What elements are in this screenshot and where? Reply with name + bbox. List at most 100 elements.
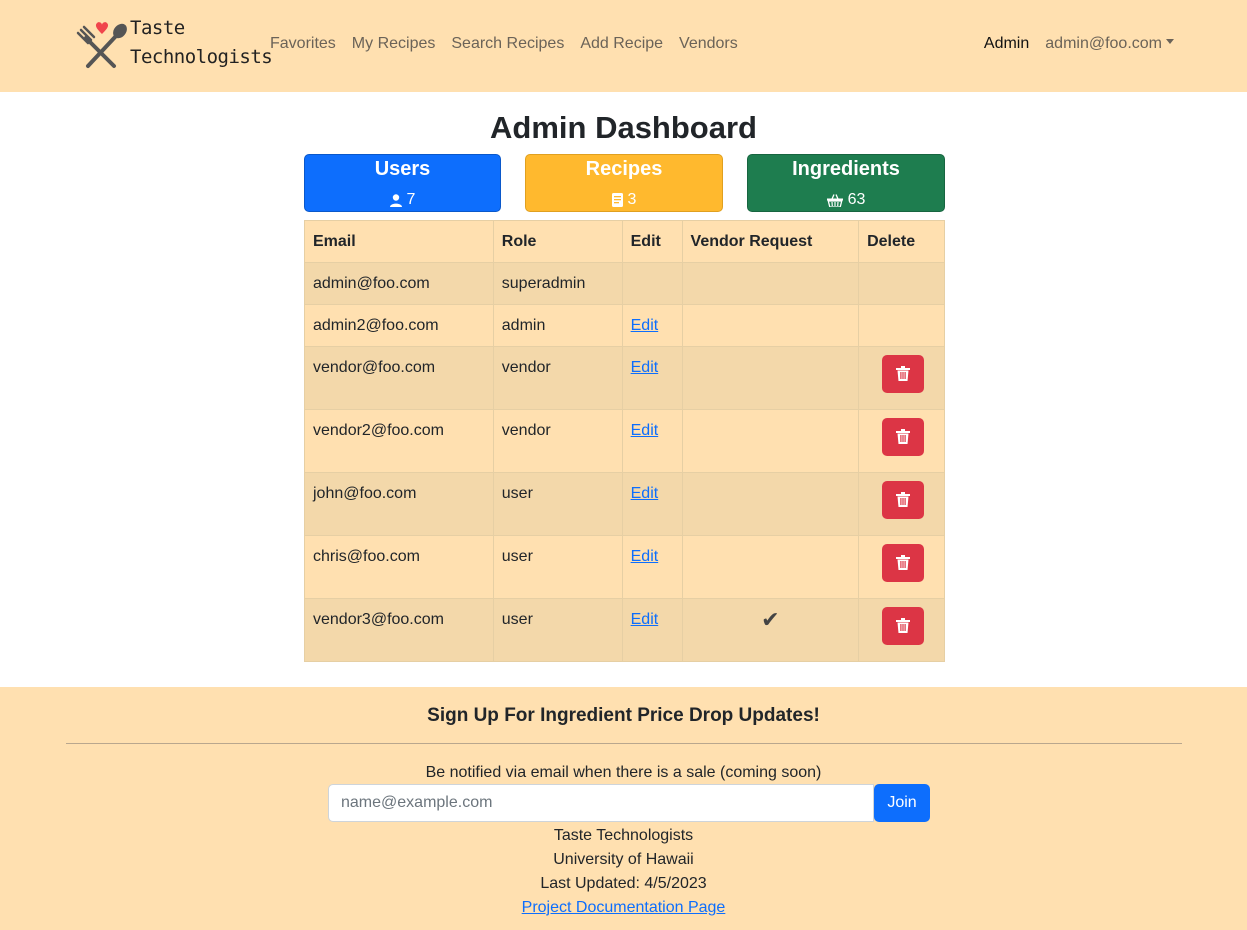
ingredients-card-value: 63 <box>748 190 944 210</box>
cell-edit: Edit <box>621 346 683 410</box>
cell-role: user <box>492 535 623 599</box>
person-icon <box>389 193 402 207</box>
user-dropdown[interactable]: admin@foo.com <box>1045 34 1174 54</box>
table-header-row: Email Role Edit Vendor Request Delete <box>304 220 945 263</box>
cell-edit: Edit <box>621 598 683 662</box>
ingredients-count: 63 <box>847 191 866 208</box>
header-delete: Delete <box>858 220 945 263</box>
table-row: chris@foo.com user Edit <box>304 535 945 599</box>
fork-spoon-heart-icon <box>76 22 127 68</box>
table-row: vendor3@foo.com user Edit ✔ <box>304 598 945 662</box>
cell-edit: Edit <box>621 304 683 347</box>
brand-name: Taste Technologists <box>130 14 273 72</box>
edit-link[interactable]: Edit <box>631 611 659 628</box>
edit-link[interactable]: Edit <box>631 548 659 565</box>
document-icon <box>611 193 623 207</box>
table-row: admin2@foo.com admin Edit <box>304 304 945 347</box>
cell-role: admin <box>492 304 623 347</box>
table-row: admin@foo.com superadmin <box>304 262 945 305</box>
users-table: Email Role Edit Vendor Request Delete ad… <box>304 220 945 662</box>
recipes-count: 3 <box>627 191 637 208</box>
cell-edit: Edit <box>621 409 683 473</box>
trash-icon <box>895 366 910 381</box>
header-vendor-request: Vendor Request <box>681 220 860 263</box>
cell-email: vendor@foo.com <box>304 346 494 410</box>
cell-email: chris@foo.com <box>304 535 494 599</box>
users-table-wrap: Email Role Edit Vendor Request Delete ad… <box>304 220 945 662</box>
footer-org: Taste Technologists <box>553 827 694 844</box>
cell-delete <box>858 472 945 536</box>
delete-button[interactable] <box>881 544 924 582</box>
cell-email: vendor3@foo.com <box>304 598 494 662</box>
edit-link[interactable]: Edit <box>631 359 659 376</box>
cell-email: vendor2@foo.com <box>304 409 494 473</box>
table-row: vendor2@foo.com vendor Edit <box>304 409 945 473</box>
trash-icon <box>895 492 910 507</box>
brand-line-2: Technologists <box>130 46 273 68</box>
ingredients-card: Ingredients 63 <box>747 154 945 212</box>
nav-links: Favorites My Recipes Search Recipes Add … <box>270 34 754 54</box>
delete-button[interactable] <box>881 481 924 519</box>
cell-role: user <box>492 472 623 536</box>
nav-right: Admin admin@foo.com <box>984 34 1174 54</box>
nav-search-recipes[interactable]: Search Recipes <box>451 34 564 54</box>
delete-button[interactable] <box>881 607 924 645</box>
cell-vendor-request <box>681 262 860 305</box>
cell-delete <box>858 304 945 347</box>
delete-button[interactable] <box>881 418 924 456</box>
cell-vendor-request <box>681 304 860 347</box>
cell-email: john@foo.com <box>304 472 494 536</box>
header-edit: Edit <box>621 220 683 263</box>
trash-icon <box>895 555 910 570</box>
table-row: john@foo.com user Edit <box>304 472 945 536</box>
edit-link[interactable]: Edit <box>631 317 659 334</box>
cell-role: superadmin <box>492 262 623 305</box>
email-input[interactable] <box>328 784 874 822</box>
cell-edit <box>621 262 683 305</box>
cell-edit: Edit <box>621 535 683 599</box>
header-role: Role <box>492 220 623 263</box>
nav-favorites[interactable]: Favorites <box>270 34 336 54</box>
navbar: Taste Technologists Favorites My Recipes… <box>0 0 1247 92</box>
brand-logo[interactable]: Taste Technologists <box>74 14 273 80</box>
edit-link[interactable]: Edit <box>631 485 659 502</box>
users-card: Users 7 <box>304 154 501 212</box>
footer-updated: Last Updated: 4/5/2023 <box>540 875 707 892</box>
page-title: Admin Dashboard <box>490 110 757 145</box>
footer: Sign Up For Ingredient Price Drop Update… <box>0 687 1247 930</box>
join-button[interactable]: Join <box>874 784 930 822</box>
trash-icon <box>895 429 910 444</box>
cell-email: admin@foo.com <box>304 262 494 305</box>
cell-role: user <box>492 598 623 662</box>
cell-delete <box>858 262 945 305</box>
user-email: admin@foo.com <box>1045 35 1162 52</box>
recipes-card: Recipes 3 <box>525 154 723 212</box>
cell-role: vendor <box>492 346 623 410</box>
footer-school: University of Hawaii <box>553 851 694 868</box>
cell-edit: Edit <box>621 472 683 536</box>
cell-email: admin2@foo.com <box>304 304 494 347</box>
footer-divider <box>66 743 1182 744</box>
cell-delete <box>858 346 945 410</box>
nav-admin[interactable]: Admin <box>984 34 1029 54</box>
cell-vendor-request <box>681 409 860 473</box>
nav-add-recipe[interactable]: Add Recipe <box>580 34 663 54</box>
checkmark-icon: ✔ <box>761 607 780 632</box>
nav-vendors[interactable]: Vendors <box>679 34 738 54</box>
delete-button[interactable] <box>881 355 924 393</box>
cell-delete <box>858 535 945 599</box>
signup-form: Join <box>328 784 930 822</box>
ingredients-card-title: Ingredients <box>792 158 900 180</box>
recipes-card-value: 3 <box>526 190 722 210</box>
edit-link[interactable]: Edit <box>631 422 659 439</box>
footer-heading: Sign Up For Ingredient Price Drop Update… <box>427 705 820 726</box>
nav-my-recipes[interactable]: My Recipes <box>352 34 436 54</box>
table-row: vendor@foo.com vendor Edit <box>304 346 945 410</box>
cell-vendor-request: ✔ <box>681 598 860 662</box>
documentation-link[interactable]: Project Documentation Page <box>522 899 726 916</box>
brand-line-1: Taste <box>130 17 185 39</box>
cell-delete <box>858 598 945 662</box>
basket-icon <box>826 193 843 207</box>
cell-vendor-request <box>681 472 860 536</box>
header-email: Email <box>304 220 494 263</box>
